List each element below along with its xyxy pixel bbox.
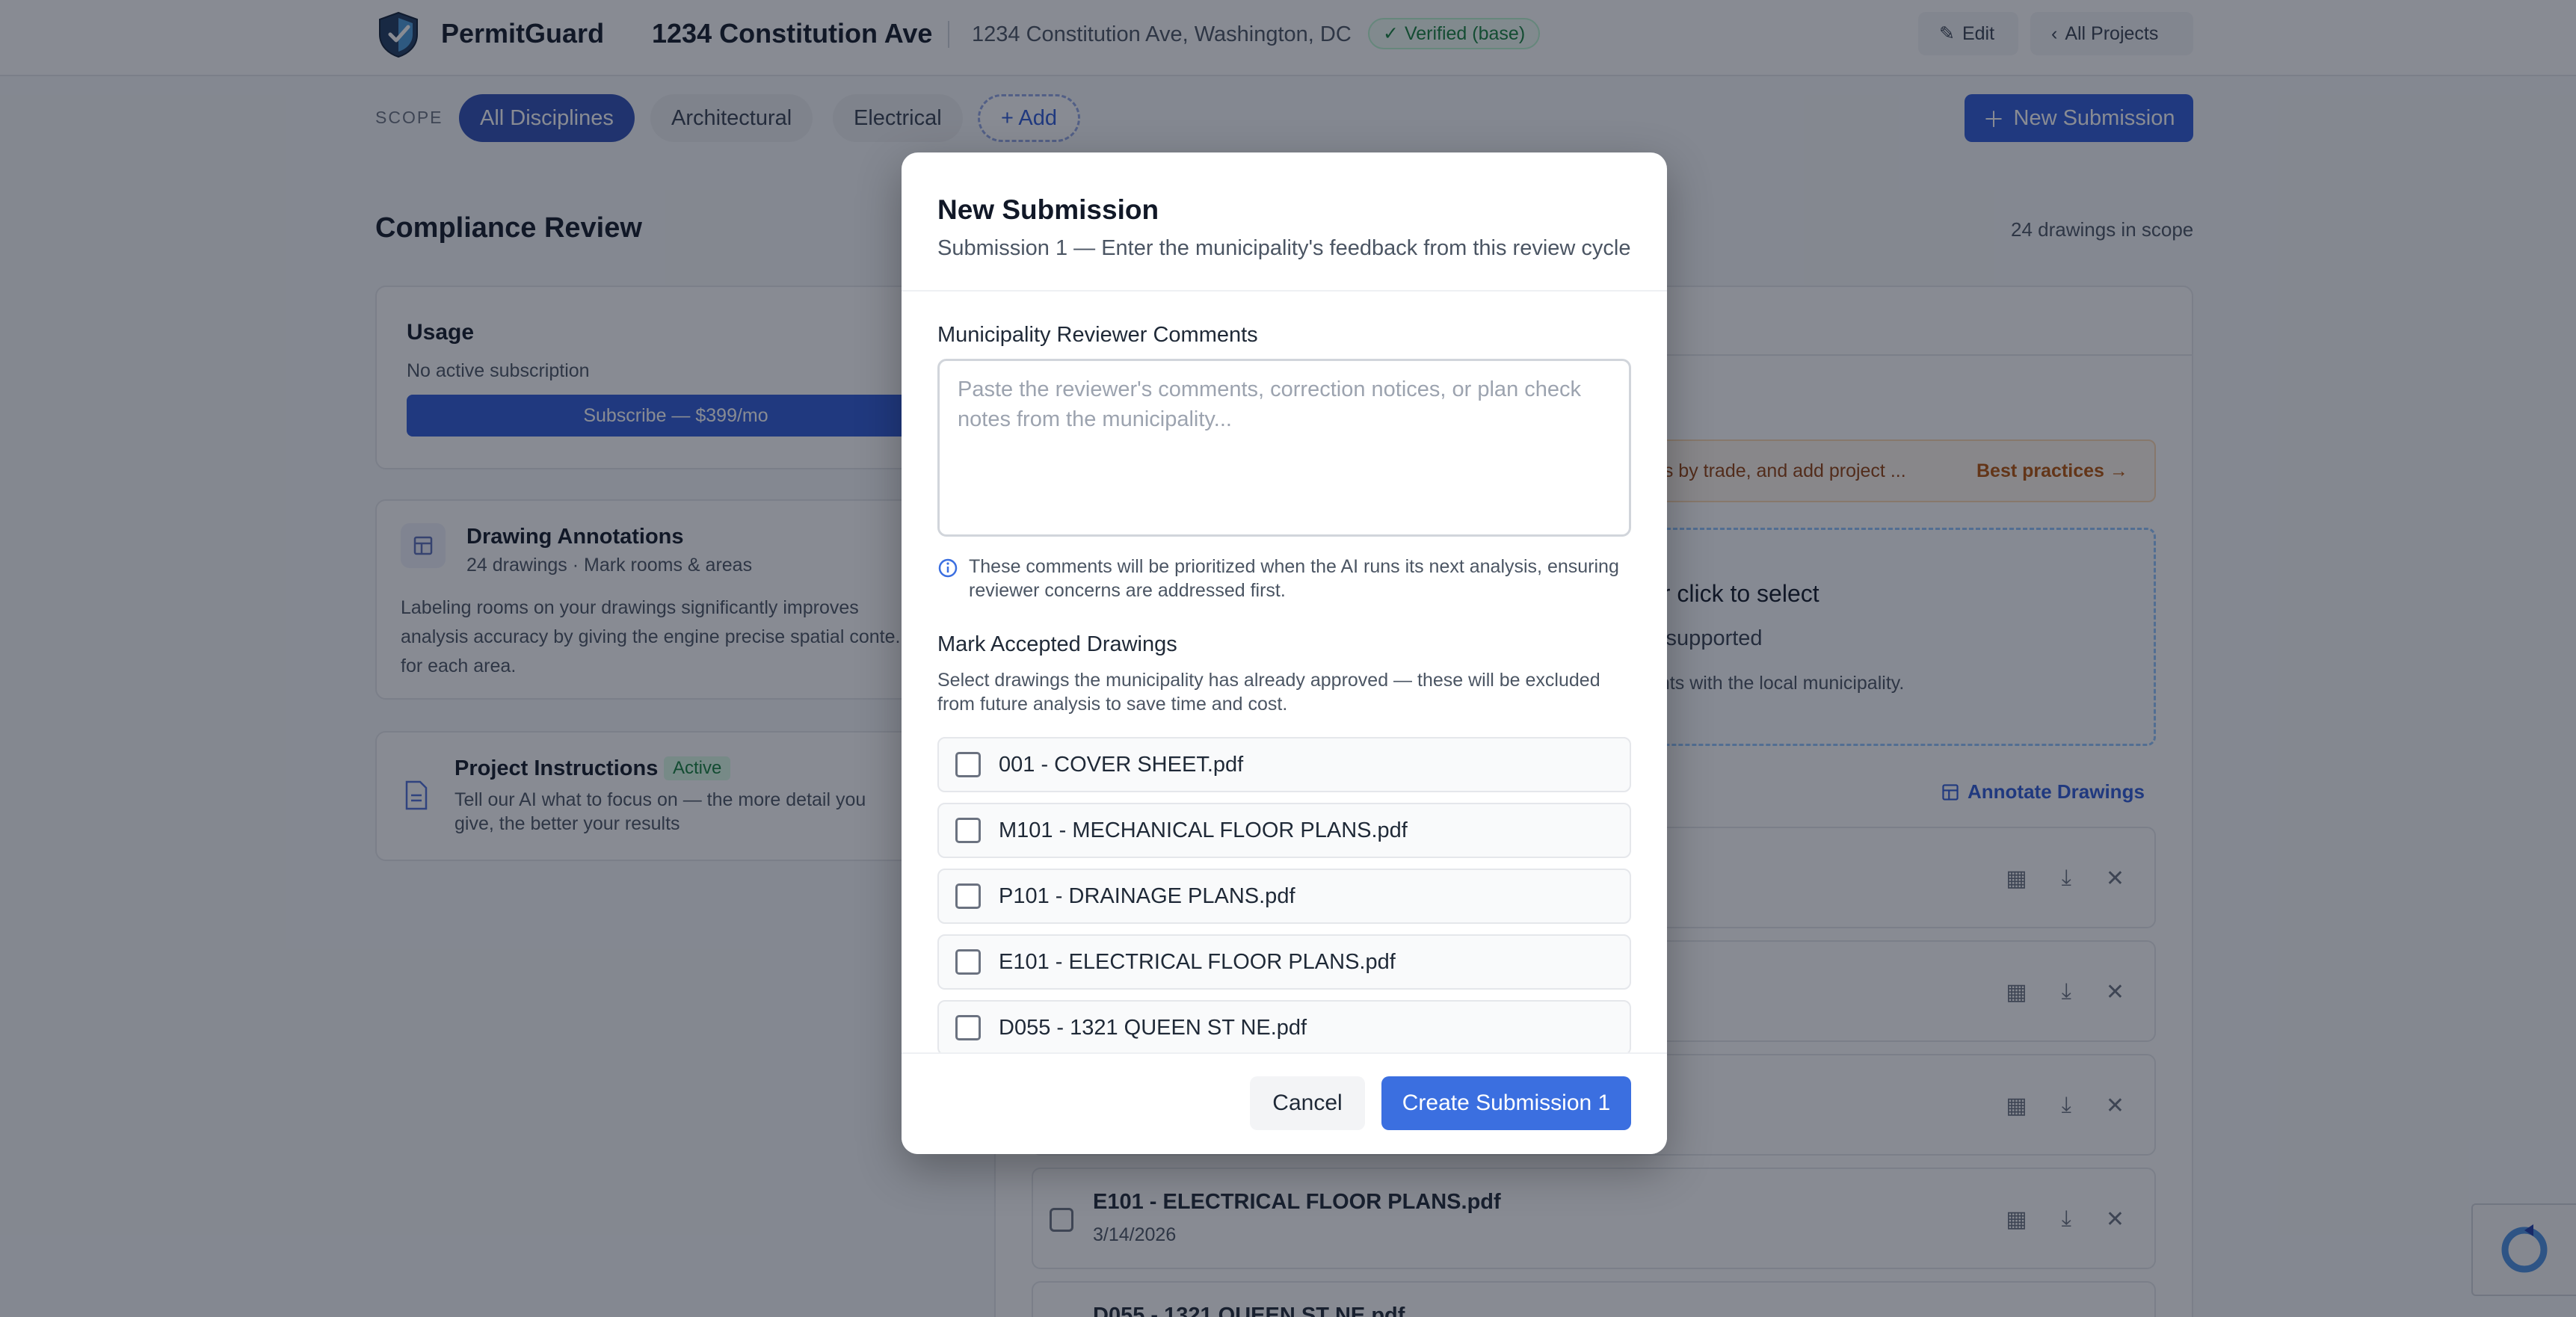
info-text: These comments will be prioritized when … xyxy=(969,556,1619,601)
info-icon xyxy=(938,558,958,578)
create-submission-button[interactable]: Create Submission 1 xyxy=(1381,1076,1631,1130)
file-name: P101 - DRAINAGE PLANS.pdf xyxy=(999,883,1295,908)
file-checkbox[interactable] xyxy=(955,752,981,777)
file-name: D055 - 1321 QUEEN ST NE.pdf xyxy=(999,1015,1307,1040)
modal-divider xyxy=(902,290,1667,292)
file-name: 001 - COVER SHEET.pdf xyxy=(999,752,1244,777)
comments-label: Municipality Reviewer Comments xyxy=(937,323,1258,347)
cancel-button[interactable]: Cancel xyxy=(1250,1076,1365,1130)
file-checkbox[interactable] xyxy=(955,949,981,975)
accepted-drawings-label: Mark Accepted Drawings xyxy=(937,632,1177,656)
file-name: E101 - ELECTRICAL FLOOR PLANS.pdf xyxy=(999,949,1396,974)
file-checkbox[interactable] xyxy=(955,818,981,843)
reviewer-comments-input[interactable] xyxy=(937,359,1631,537)
footer-divider xyxy=(902,1052,1667,1054)
info-note: These comments will be prioritized when … xyxy=(937,555,1619,602)
new-submission-modal: New Submission Submission 1 — Enter the … xyxy=(902,152,1667,1154)
list-item[interactable]: E101 - ELECTRICAL FLOOR PLANS.pdf xyxy=(937,934,1631,990)
file-checkbox[interactable] xyxy=(955,883,981,909)
file-checkbox[interactable] xyxy=(955,1015,981,1040)
modal-subtitle: Submission 1 — Enter the municipality's … xyxy=(937,236,1631,260)
modal-title: New Submission xyxy=(937,194,1159,225)
accepted-drawings-description: Select drawings the municipality has alr… xyxy=(937,670,1600,715)
file-name: M101 - MECHANICAL FLOOR PLANS.pdf xyxy=(999,818,1408,842)
list-item[interactable]: M101 - MECHANICAL FLOOR PLANS.pdf xyxy=(937,803,1631,858)
list-item[interactable]: 001 - COVER SHEET.pdf xyxy=(937,737,1631,792)
list-item[interactable]: D055 - 1321 QUEEN ST NE.pdf xyxy=(937,1000,1631,1055)
list-item[interactable]: P101 - DRAINAGE PLANS.pdf xyxy=(937,869,1631,924)
